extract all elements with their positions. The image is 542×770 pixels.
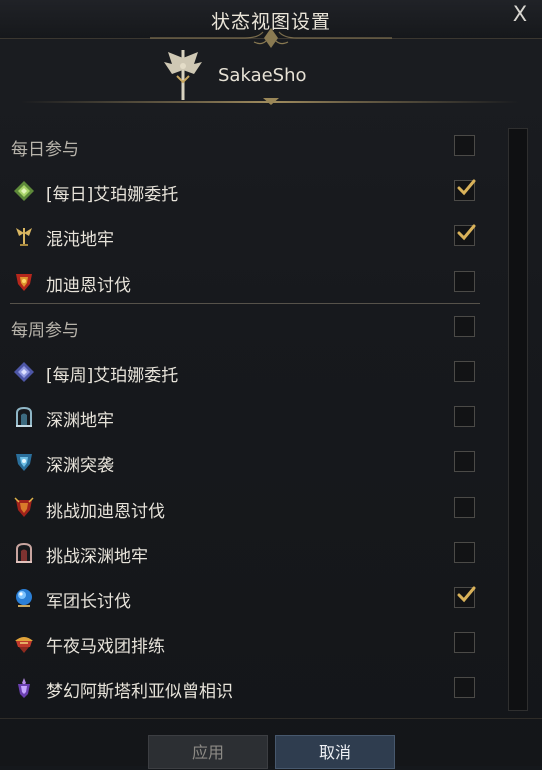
item-checkbox[interactable] (454, 406, 475, 428)
list-item: [每周]艾珀娜委托 (0, 350, 500, 395)
item-checkbox[interactable] (454, 360, 475, 382)
circus-icon (15, 637, 33, 654)
item-checkbox[interactable] (454, 451, 475, 473)
item-checkbox[interactable] (454, 179, 476, 202)
list-item-label: 混沌地牢 (46, 230, 114, 251)
character-header: SakaeSho (0, 38, 542, 106)
list-item: 午夜马戏团排练 (0, 621, 500, 666)
list-item-label: 午夜马戏团排练 (46, 637, 165, 658)
apply-button[interactable]: 应用 (148, 735, 268, 769)
daily-diamond-icon (14, 181, 34, 202)
section-header-daily: 每日参与 (0, 124, 500, 169)
class-emblem-icon (164, 50, 202, 100)
list-item: 加迪恩讨伐 (0, 260, 500, 305)
list-item-label: [每周]艾珀娜委托 (46, 365, 179, 386)
status-view-settings-dialog: 状态视图设置 X SakaeSho 每日参与 [每日]艾珀娜委托 混沌地牢 加迪… (0, 0, 542, 769)
section-checkbox[interactable] (454, 135, 475, 156)
list-item: 梦幻阿斯塔利亚似曾相识 (0, 666, 500, 711)
guardian-raid-icon (16, 273, 32, 291)
dream-icon (18, 678, 30, 699)
checkmark-icon (457, 224, 476, 241)
list-item: [每日]艾珀娜委托 (0, 169, 500, 214)
list-item-label: 梦幻阿斯塔利亚似曾相识 (46, 682, 233, 703)
cancel-button[interactable]: 取消 (275, 735, 395, 769)
header-divider-tick (263, 98, 279, 105)
list-item: 军团长讨伐 (0, 576, 500, 621)
item-checkbox[interactable] (454, 496, 475, 518)
footer-divider (0, 718, 542, 719)
weekly-diamond-icon (14, 361, 34, 382)
item-checkbox[interactable] (454, 541, 475, 563)
list-item-label: 挑战深渊地牢 (46, 546, 148, 567)
legion-raid-icon (16, 588, 32, 607)
list-item-label: 加迪恩讨伐 (46, 275, 131, 296)
list-item: 挑战深渊地牢 (0, 531, 500, 576)
list-item-label: [每日]艾珀娜委托 (46, 185, 179, 206)
list-item-label: 深渊突袭 (46, 456, 114, 477)
item-checkbox[interactable] (454, 677, 475, 699)
list-item: 混沌地牢 (0, 214, 500, 259)
abyss-dungeon-icon (16, 407, 32, 428)
activity-list: 每日参与 [每日]艾珀娜委托 混沌地牢 加迪恩讨伐 每周参与 [每周]艾珀娜委托… (0, 124, 500, 711)
list-item-label: 挑战加迪恩讨伐 (46, 501, 165, 522)
checkmark-icon (457, 179, 476, 196)
section-header-weekly: 每周参与 (0, 302, 500, 350)
item-checkbox[interactable] (454, 632, 475, 654)
title-bar: 状态视图设置 X (0, 0, 542, 48)
item-checkbox[interactable] (454, 586, 476, 608)
challenge-guardian-icon (14, 496, 34, 517)
section-title: 每周参与 (11, 320, 79, 341)
list-scrollbar[interactable] (508, 128, 528, 711)
close-button[interactable]: X (508, 2, 532, 26)
list-item: 挑战加迪恩讨伐 (0, 486, 500, 531)
checkmark-icon (457, 586, 476, 603)
abyss-raid-icon (16, 454, 32, 472)
list-item: 深渊突袭 (0, 440, 500, 485)
list-item-label: 深渊地牢 (46, 411, 114, 432)
item-checkbox[interactable] (454, 224, 476, 247)
item-checkbox[interactable] (454, 270, 475, 292)
list-item: 深渊地牢 (0, 395, 500, 440)
challenge-abyss-icon (16, 542, 32, 563)
section-divider (10, 302, 480, 304)
section-checkbox[interactable] (454, 315, 475, 337)
chaos-dungeon-icon (16, 228, 32, 247)
character-name: SakaeSho (218, 65, 307, 86)
section-title: 每日参与 (11, 140, 79, 160)
list-item-label: 军团长讨伐 (46, 591, 131, 612)
